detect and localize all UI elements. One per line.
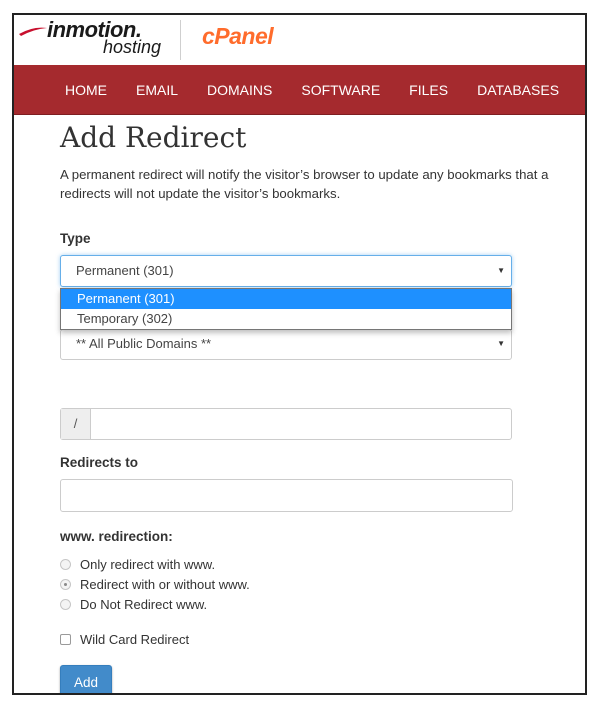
wildcard-checkbox[interactable] — [60, 634, 71, 645]
radio-label: Redirect with or without www. — [80, 577, 250, 592]
header: inmotion. hosting cPanel — [14, 15, 585, 65]
type-select-value: Permanent (301) — [76, 263, 174, 278]
cpanel-logo[interactable]: cPanel — [202, 23, 274, 50]
radio-label: Do Not Redirect www. — [80, 597, 208, 612]
page-description: A permanent redirect will notify the vis… — [60, 165, 548, 203]
radio-button[interactable] — [60, 599, 71, 610]
nav-item-email[interactable]: EMAIL — [136, 82, 178, 98]
description-line: A permanent redirect will notify the vis… — [60, 167, 549, 182]
main-nav: HOME EMAIL DOMAINS SOFTWARE FILES DATABA… — [14, 65, 585, 115]
radio-button[interactable] — [60, 559, 71, 570]
page-title: Add Redirect — [60, 121, 247, 154]
brand-sub: hosting — [103, 37, 162, 57]
type-dropdown-list: Permanent (301) Temporary (302) — [60, 288, 512, 330]
type-option-permanent[interactable]: Permanent (301) — [61, 289, 511, 309]
path-input[interactable] — [91, 409, 511, 439]
wildcard-redirect-option[interactable]: Wild Card Redirect — [60, 632, 189, 647]
logo-divider — [180, 20, 181, 60]
nav-item-software[interactable]: SOFTWARE — [301, 82, 380, 98]
radio-button-checked[interactable] — [60, 579, 71, 590]
path-input-group: / — [60, 408, 512, 440]
radio-only-www[interactable]: Only redirect with www. — [60, 557, 215, 572]
add-button[interactable]: Add — [60, 665, 112, 693]
swoosh-icon — [19, 27, 47, 36]
nav-item-domains[interactable]: DOMAINS — [207, 82, 272, 98]
chevron-down-icon: ▼ — [497, 266, 505, 275]
nav-item-databases[interactable]: DATABASES — [477, 82, 559, 98]
domain-select-value: ** All Public Domains ** — [76, 336, 212, 351]
redirects-to-label: Redirects to — [60, 455, 139, 470]
chevron-down-icon: ▼ — [497, 339, 505, 348]
cpanel-window: inmotion. hosting cPanel HOME EMAIL DOMA… — [12, 13, 587, 695]
inmotion-logo[interactable]: inmotion. hosting — [19, 17, 179, 61]
radio-label: Only redirect with www. — [80, 557, 216, 572]
www-redirection-label: www. redirection: — [60, 529, 173, 544]
path-prefix: / — [61, 409, 91, 439]
type-select[interactable]: Permanent (301) ▼ — [60, 255, 512, 287]
type-label: Type — [60, 231, 91, 246]
wildcard-label: Wild Card Redirect — [80, 632, 190, 647]
nav-item-home[interactable]: HOME — [65, 82, 107, 98]
radio-with-or-without-www[interactable]: Redirect with or without www. — [60, 577, 250, 592]
domain-select[interactable]: ** All Public Domains ** ▼ — [60, 329, 512, 360]
radio-do-not-redirect-www[interactable]: Do Not Redirect www. — [60, 597, 207, 612]
type-option-temporary[interactable]: Temporary (302) — [61, 309, 511, 329]
nav-item-files[interactable]: FILES — [409, 82, 448, 98]
redirects-to-input[interactable] — [60, 479, 513, 512]
description-line: redirects will not update the visitor’s … — [60, 186, 341, 201]
